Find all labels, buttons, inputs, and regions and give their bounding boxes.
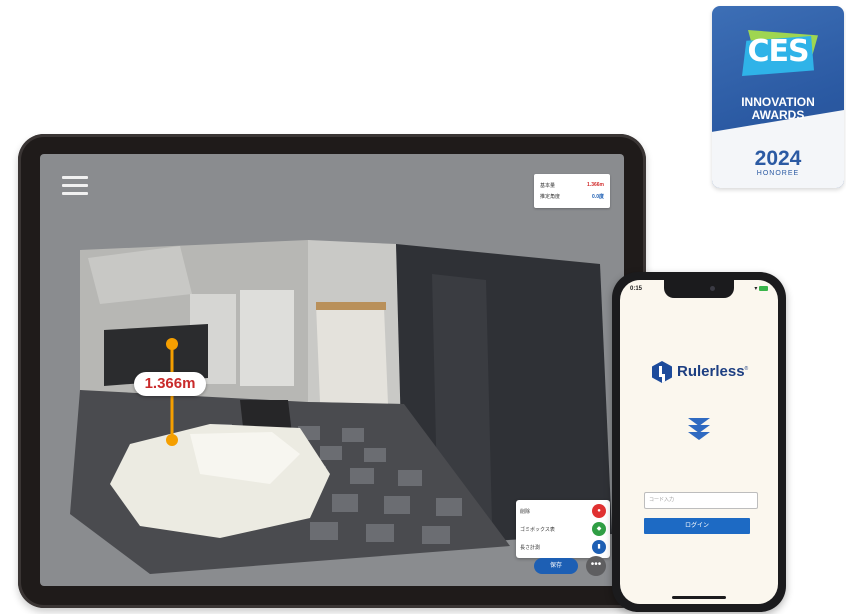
home-indicator [672, 596, 726, 599]
tool-label: 長さ計測 [520, 545, 541, 551]
wall-panel-2 [240, 290, 294, 386]
tool-panel: 削除 ● ゴミボックス表 ◆ 長さ計測 ▮ [516, 500, 610, 558]
ruler-icon[interactable]: ▮ [592, 540, 606, 554]
phone-screen: 0:15 ▾ Rulerless® コード入力 ログイン [620, 280, 778, 604]
tool-delete[interactable]: 削除 ● [520, 502, 606, 520]
counter-top [316, 302, 386, 310]
badge-title-line2: AWARDS [751, 108, 805, 122]
delete-icon[interactable]: ● [592, 504, 606, 518]
measurement-info-card: 基本量 1.366m 推定角度 0.0度 [534, 174, 610, 208]
smartphone-device: 0:15 ▾ Rulerless® コード入力 ログイン [612, 272, 786, 612]
info-row-label: 基本量 [540, 183, 556, 189]
measurement-point-bottom [166, 434, 178, 446]
badge-year: 2024 [754, 147, 802, 170]
chevron-down-icon [688, 418, 710, 440]
rulerless-logo-icon [652, 361, 672, 383]
status-time: 0:15 [630, 286, 643, 292]
status-icons: ▾ [754, 285, 768, 292]
measurement-label: 1.366m [134, 372, 206, 396]
info-row-label: 推定角度 [540, 194, 561, 200]
info-row-value: 1.366m [587, 182, 604, 188]
info-row-angle: 推定角度 0.0度 [540, 193, 604, 202]
box-icon[interactable]: ◆ [592, 522, 606, 536]
tool-label: 削除 [520, 509, 531, 515]
measurement-point-top [166, 338, 178, 350]
save-button[interactable]: 保存 [534, 558, 578, 574]
more-options-icon[interactable]: ••• [586, 556, 606, 576]
tablet-device: 1.366m 基本量 1.366m 推定角度 0.0度 削除 ● ゴミボックス表… [18, 134, 646, 608]
tool-box[interactable]: ゴミボックス表 ◆ [520, 520, 606, 538]
app-name: Rulerless® [677, 363, 748, 380]
badge-subtitle: HONOREE [756, 170, 800, 177]
ces-logo: CES [747, 34, 809, 69]
tablet-screen: 1.366m 基本量 1.366m 推定角度 0.0度 削除 ● ゴミボックス表… [40, 154, 624, 586]
ces-innovation-award-badge: CES INNOVATION AWARDS 2024 HONOREE [712, 6, 844, 188]
info-row-length: 基本量 1.366m [540, 182, 604, 191]
battery-icon [759, 285, 768, 291]
app-name-text: Rulerless [677, 363, 745, 380]
tool-ruler[interactable]: 長さ計測 ▮ [520, 538, 606, 556]
login-button[interactable]: ログイン [644, 518, 750, 534]
info-row-value: 0.0度 [592, 194, 604, 200]
phone-notch [664, 280, 734, 298]
menu-hamburger-icon[interactable] [62, 176, 88, 196]
trademark: ® [744, 366, 749, 372]
kitchen-cabinet [316, 304, 388, 404]
code-input[interactable]: コード入力 [644, 492, 758, 509]
badge-title: INNOVATION AWARDS [712, 96, 844, 122]
tool-label: ゴミボックス表 [520, 527, 555, 533]
